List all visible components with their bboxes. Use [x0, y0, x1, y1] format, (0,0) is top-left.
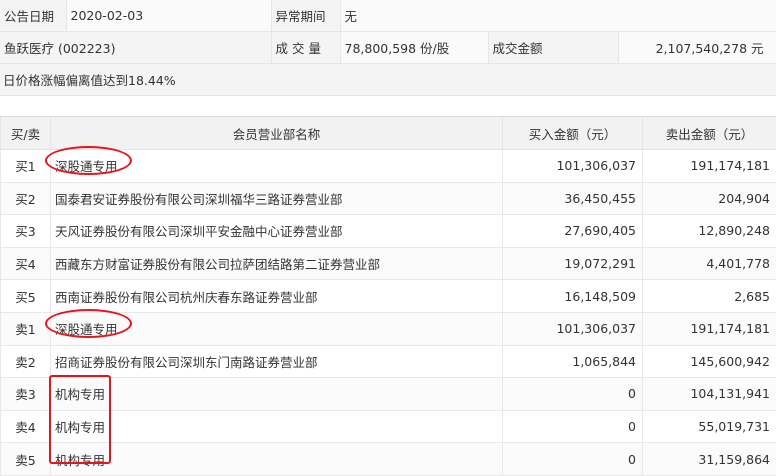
row-side: 买4	[1, 247, 51, 280]
header-side: 买/卖	[1, 117, 51, 150]
table-header-row: 买/卖 会员营业部名称 买入金额（元） 卖出金额（元）	[1, 117, 776, 150]
highlight-ellipse	[45, 309, 132, 338]
row-member-name: 西藏东方财富证券股份有限公司拉萨团结路第二证券营业部	[51, 247, 503, 280]
row-side: 买1	[1, 150, 51, 183]
row-buy-amount: 27,690,405	[503, 215, 643, 248]
row-sell-amount: 55,019,731	[643, 410, 776, 443]
row-side: 卖2	[1, 345, 51, 378]
row-sell-amount: 204,904	[643, 182, 776, 215]
row-sell-amount: 191,174,181	[643, 150, 776, 183]
row-side: 买3	[1, 215, 51, 248]
highlight-ellipse	[45, 146, 132, 175]
price-deviation-note: 日价格涨幅偏离值达到18.44%	[0, 64, 776, 96]
member-name-text: 招商证券股份有限公司深圳东门南路证券营业部	[55, 355, 318, 370]
trading-rows: 买1深股通专用101,306,037191,174,181买2国泰君安证券股份有…	[1, 150, 776, 476]
header-member-name: 会员营业部名称	[51, 117, 503, 150]
row-buy-amount: 16,148,509	[503, 280, 643, 313]
member-name-text: 西南证券股份有限公司杭州庆春东路证券营业部	[55, 290, 318, 305]
row-member-name: 深股通专用	[51, 150, 503, 183]
row-buy-amount: 101,306,037	[503, 150, 643, 183]
row-member-name: 天风证券股份有限公司深圳平安金融中心证券营业部	[51, 215, 503, 248]
abnormal-period-value: 无	[340, 0, 776, 32]
table-row: 卖3机构专用0104,131,941	[1, 378, 776, 411]
row-member-name: 机构专用	[51, 443, 503, 476]
row-side: 卖3	[1, 378, 51, 411]
row-sell-amount: 104,131,941	[643, 378, 776, 411]
table-row: 买2 国泰君安证券股份有限公司深圳福华三路证券营业部 36,450,455204,9…	[1, 182, 776, 215]
row-side: 卖4	[1, 410, 51, 443]
header-sell-amount: 卖出金额（元）	[643, 117, 776, 150]
row-member-name: 机构专用	[51, 410, 503, 443]
table-row: 卖5机构专用031,159,864	[1, 443, 776, 476]
member-name-text: 天风证券股份有限公司深圳平安金融中心证券营业部	[55, 224, 343, 239]
row-sell-amount: 31,159,864	[643, 443, 776, 476]
row-buy-amount: 0	[503, 443, 643, 476]
table-row: 买1深股通专用101,306,037191,174,181	[1, 150, 776, 183]
row-buy-amount: 1,065,844	[503, 345, 643, 378]
institution-highlight-box	[49, 375, 111, 464]
row-side: 卖1	[1, 312, 51, 345]
table-row: 卖1深股通专用101,306,037191,174,181	[1, 312, 776, 345]
abnormal-period-label: 异常期间	[271, 0, 340, 32]
row-side: 买2	[1, 182, 51, 215]
trading-seats-table: 买/卖 会员营业部名称 买入金额（元） 卖出金额（元） 买1深股通专用101,3…	[0, 116, 776, 476]
row-member-name: 机构专用	[51, 378, 503, 411]
announcement-info-table: 公告日期 2020-02-03 异常期间 无 鱼跃医疗 (002223) 成 交…	[0, 0, 776, 114]
row-side: 买5	[1, 280, 51, 313]
row-buy-amount: 101,306,037	[503, 312, 643, 345]
spacer	[0, 96, 776, 115]
row-sell-amount: 4,401,778	[643, 247, 776, 280]
table-row: 买3 天风证券股份有限公司深圳平安金融中心证券营业部 27,690,40512,89…	[1, 215, 776, 248]
table-row: 买5 西南证券股份有限公司杭州庆春东路证券营业部 16,148,5092,685	[1, 280, 776, 313]
row-member-name: 招商证券股份有限公司深圳东门南路证券营业部	[51, 345, 503, 378]
table-row: 买4 西藏东方财富证券股份有限公司拉萨团结路第二证券营业部 19,072,2914,…	[1, 247, 776, 280]
row-sell-amount: 191,174,181	[643, 312, 776, 345]
header-buy-amount: 买入金额（元）	[503, 117, 643, 150]
volume-value: 78,800,598 份/股	[340, 32, 488, 64]
member-name-text: 西藏东方财富证券股份有限公司拉萨团结路第二证券营业部	[55, 257, 380, 272]
row-buy-amount: 19,072,291	[503, 247, 643, 280]
row-buy-amount: 36,450,455	[503, 182, 643, 215]
table-row: 卖4机构专用055,019,731	[1, 410, 776, 443]
table-row: 卖2 招商证券股份有限公司深圳东门南路证券营业部 1,065,844145,600,…	[1, 345, 776, 378]
row-buy-amount: 0	[503, 410, 643, 443]
row-side: 卖5	[1, 443, 51, 476]
amount-label: 成交金额	[488, 32, 618, 64]
row-member-name: 深股通专用	[51, 312, 503, 345]
amount-value: 2,107,540,278 元	[618, 32, 776, 64]
row-member-name: 西南证券股份有限公司杭州庆春东路证券营业部	[51, 280, 503, 313]
row-sell-amount: 2,685	[643, 280, 776, 313]
announce-date-value: 2020-02-03	[66, 0, 271, 32]
row-sell-amount: 145,600,942	[643, 345, 776, 378]
row-sell-amount: 12,890,248	[643, 215, 776, 248]
announce-date-label: 公告日期	[0, 0, 66, 32]
row-buy-amount: 0	[503, 378, 643, 411]
volume-label: 成 交 量	[271, 32, 340, 64]
row-member-name: 国泰君安证券股份有限公司深圳福华三路证券营业部	[51, 182, 503, 215]
member-name-text: 国泰君安证券股份有限公司深圳福华三路证券营业部	[55, 192, 343, 207]
stock-name: 鱼跃医疗 (002223)	[0, 32, 271, 64]
